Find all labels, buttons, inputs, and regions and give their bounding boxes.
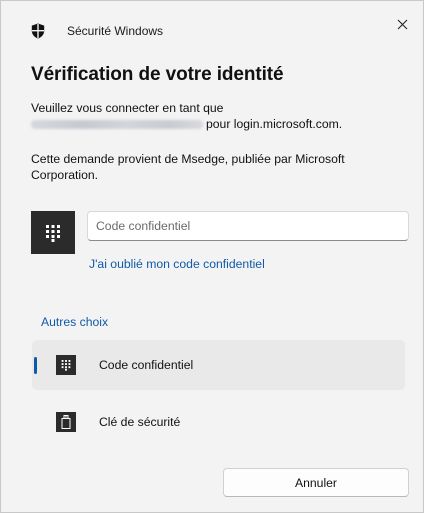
windows-security-shield-icon: [31, 23, 45, 39]
pin-input[interactable]: [87, 211, 409, 241]
cancel-button[interactable]: Annuler: [223, 468, 409, 497]
option-security-key-icon-tile: [56, 412, 76, 432]
option-pin[interactable]: Code confidentiel: [32, 340, 405, 390]
forgot-pin-link[interactable]: J'ai oublié mon code confidentiel: [89, 257, 265, 271]
sign-in-instructions: Veuillez vous connecter en tant que pour…: [31, 100, 401, 132]
close-button[interactable]: [391, 13, 413, 35]
title-bar: Sécurité Windows: [1, 1, 423, 51]
dialog-heading: Vérification de votre identité: [31, 64, 284, 85]
pin-keypad-icon: [46, 224, 60, 242]
pin-tile: [31, 211, 75, 254]
option-security-key[interactable]: Clé de sécurité: [32, 397, 405, 447]
connect-prefix: Veuillez vous connecter en tant que: [31, 101, 224, 115]
request-origin-text: Cette demande provient de Msedge, publié…: [31, 152, 345, 182]
app-title: Sécurité Windows: [67, 24, 164, 38]
windows-security-dialog: Sécurité Windows Vérification de votre i…: [0, 0, 424, 513]
usb-security-key-icon: [61, 415, 71, 429]
option-pin-icon-tile: [56, 355, 76, 375]
redacted-account-email: [31, 120, 203, 130]
connect-suffix: pour login.microsoft.com.: [206, 117, 343, 131]
option-security-key-label: Clé de sécurité: [99, 415, 181, 429]
selection-indicator: [34, 357, 37, 374]
pin-keypad-icon: [61, 360, 71, 371]
option-pin-label: Code confidentiel: [99, 358, 194, 372]
close-icon: [397, 19, 407, 29]
other-choices-label: Autres choix: [41, 315, 109, 329]
